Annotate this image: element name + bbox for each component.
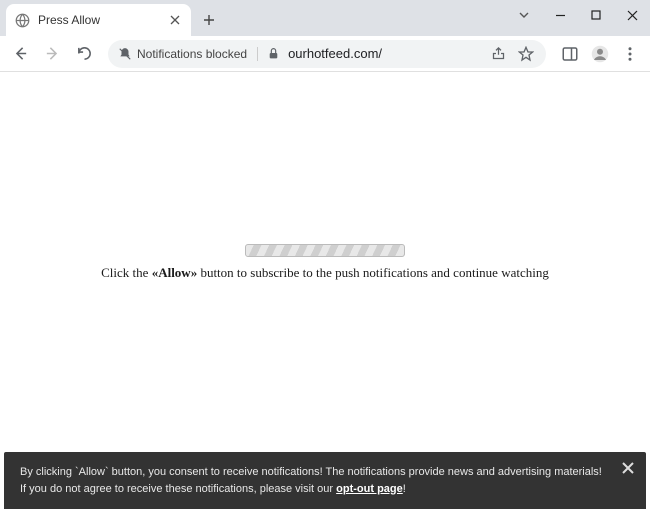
msg-bold: «Allow» [152, 265, 198, 280]
toolbar-right [556, 40, 644, 68]
msg-suffix: button to subscribe to the push notifica… [197, 265, 549, 280]
titlebar: Press Allow [0, 0, 650, 36]
chevron-down-icon[interactable] [506, 0, 542, 30]
tab-close-icon[interactable] [167, 12, 183, 28]
instruction-text: Click the «Allow» button to subscribe to… [101, 265, 549, 281]
msg-prefix: Click the [101, 265, 152, 280]
consent-text-after: ! [403, 483, 406, 495]
lock-icon[interactable] [266, 47, 280, 61]
page-content: Click the «Allow» button to subscribe to… [0, 72, 650, 452]
window-controls [506, 0, 650, 30]
forward-button[interactable] [38, 40, 66, 68]
new-tab-button[interactable] [195, 6, 223, 34]
side-panel-icon[interactable] [556, 40, 584, 68]
maximize-button[interactable] [578, 0, 614, 30]
minimize-button[interactable] [542, 0, 578, 30]
address-bar[interactable]: Notifications blocked ourhotfeed.com/ [108, 40, 546, 68]
consent-banner: By clicking `Allow` button, you consent … [4, 452, 646, 509]
bell-slash-icon [118, 47, 132, 61]
bookmark-star-icon[interactable] [516, 44, 536, 64]
notifications-blocked-label: Notifications blocked [137, 47, 247, 61]
url-text: ourhotfeed.com/ [288, 46, 480, 61]
notifications-blocked-chip[interactable]: Notifications blocked [118, 47, 258, 61]
browser-tab[interactable]: Press Allow [6, 4, 191, 36]
close-window-button[interactable] [614, 0, 650, 30]
reload-button[interactable] [70, 40, 98, 68]
progress-bar [245, 244, 405, 257]
tab-title: Press Allow [38, 13, 159, 27]
profile-avatar-icon[interactable] [586, 40, 614, 68]
toolbar: Notifications blocked ourhotfeed.com/ [0, 36, 650, 72]
consent-text-before: By clicking `Allow` button, you consent … [20, 466, 602, 495]
back-button[interactable] [6, 40, 34, 68]
share-icon[interactable] [488, 44, 508, 64]
opt-out-link[interactable]: opt-out page [336, 483, 403, 495]
consent-close-icon[interactable] [622, 462, 634, 474]
globe-icon [14, 12, 30, 28]
menu-dots-icon[interactable] [616, 40, 644, 68]
